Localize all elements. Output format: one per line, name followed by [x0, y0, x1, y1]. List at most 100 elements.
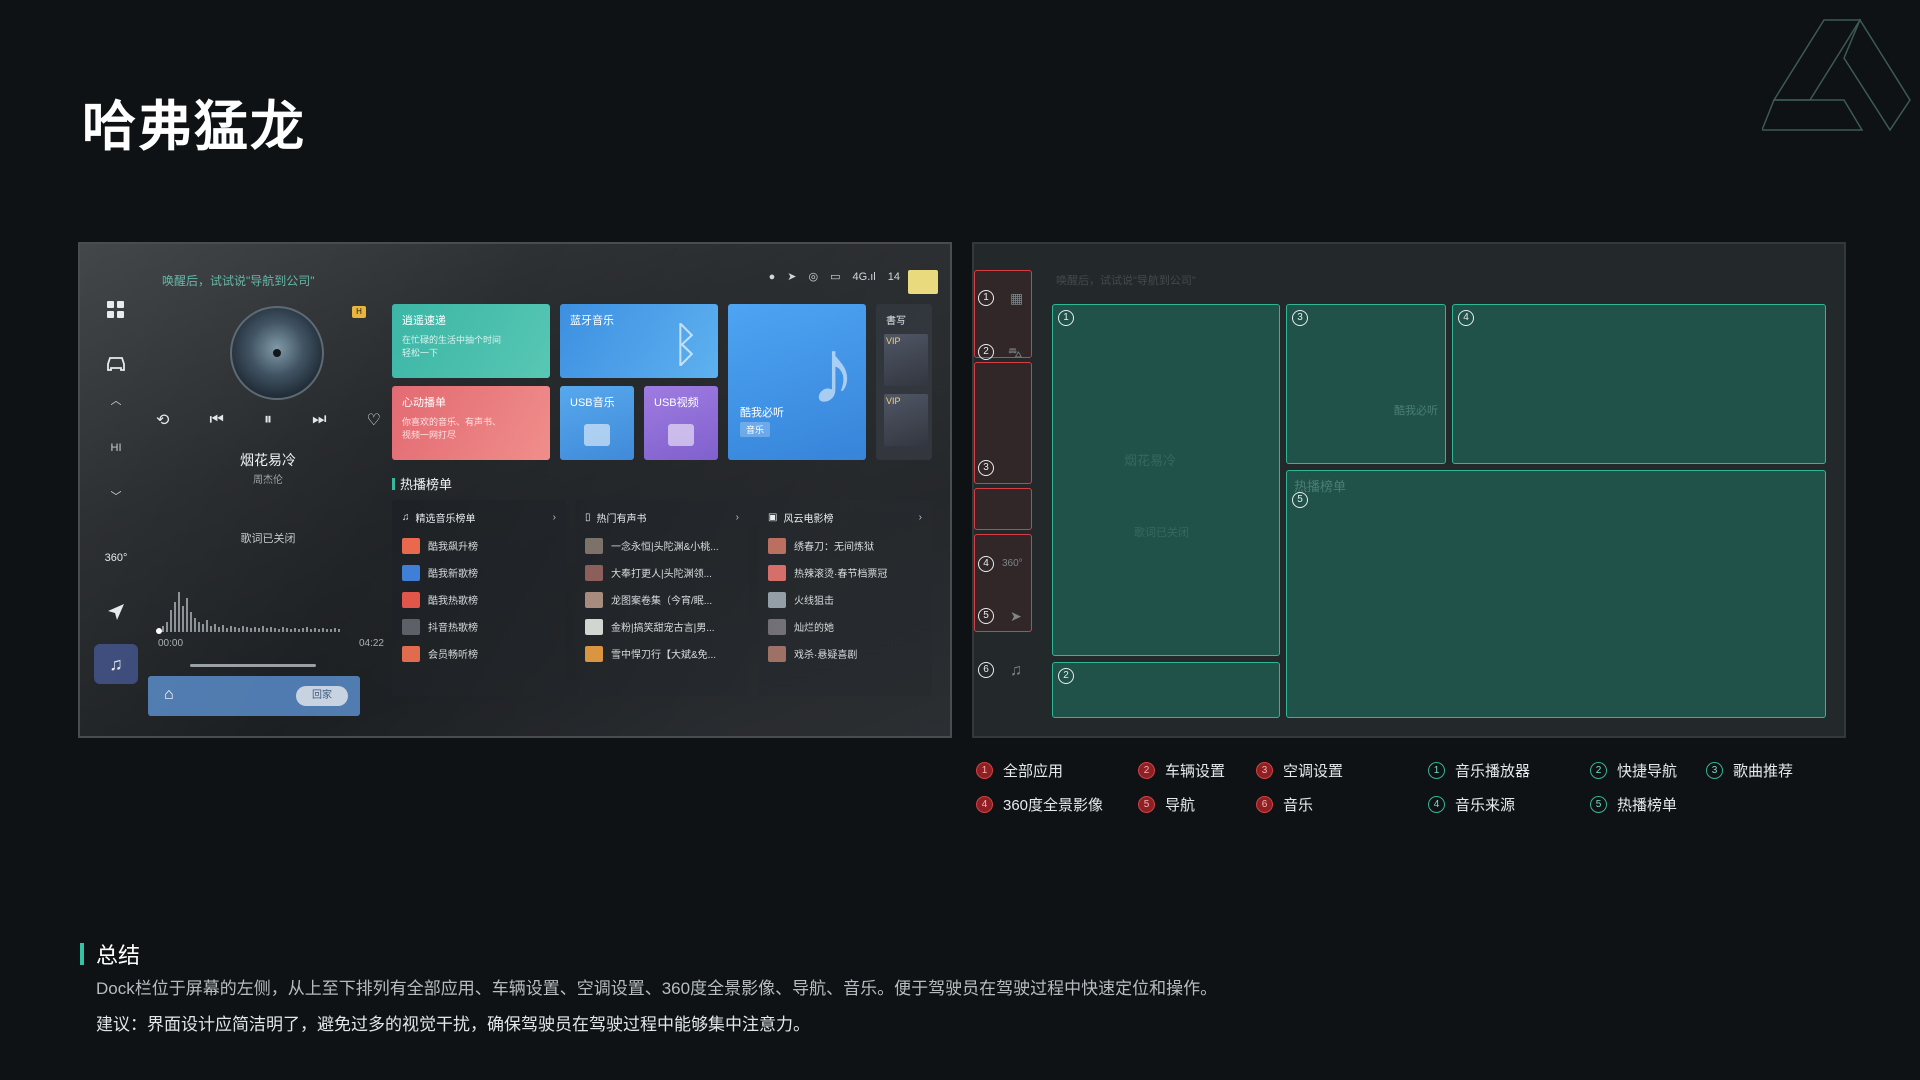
red-marker: 5 — [978, 608, 994, 624]
panoramic-360-button[interactable]: 360° — [94, 538, 138, 578]
tile-heartbeat[interactable]: 心动播单 你喜欢的音乐、有声书、视频一网打尽 — [392, 386, 550, 460]
waveform-bar — [170, 610, 172, 632]
item-thumbnail — [402, 591, 420, 608]
hot-list-item[interactable]: 戏杀·悬疑喜剧 — [768, 640, 922, 667]
hot-list-item[interactable]: 酷我热歌榜 — [402, 586, 556, 613]
hot-list-item[interactable]: 热辣滚烫·春节档票冠 — [768, 559, 922, 586]
navigation-button[interactable] — [94, 592, 138, 632]
navigation-arrow-icon: ➤ — [1010, 608, 1022, 624]
car-screen: 唤醒后，试试说"导航到公司" ● ➤ ◎ ▭ 4G.ıl 14 ︿ HI ﹀ 3… — [78, 242, 952, 738]
hot-list-item[interactable]: 雪中悍刀行【大斌&免... — [585, 640, 739, 667]
waveform — [158, 590, 358, 632]
legend-label: 音乐播放器 — [1455, 763, 1531, 780]
legend-item: 5 导航 — [1138, 794, 1195, 815]
hot-list-item[interactable]: 会员畅听榜 — [402, 640, 556, 667]
tile-audiobook[interactable]: 書写 VIP VIP — [876, 304, 932, 460]
hot-column-header[interactable]: ▯ 热门有声书 › — [585, 508, 739, 526]
chevron-up-icon[interactable]: ︿ — [111, 392, 122, 408]
red-marker: 3 — [978, 460, 994, 476]
hot-list-item[interactable]: 绣春刀：无间炼狱 — [768, 532, 922, 559]
repeat-icon[interactable]: ⟲ — [156, 410, 169, 430]
legend-item: 1 全部应用 — [976, 760, 1063, 781]
green-marker: 2 — [1058, 668, 1074, 684]
go-home-button[interactable]: 回家 — [296, 686, 348, 706]
legend-marker: 6 — [1256, 796, 1273, 813]
hot-list-item-label: 雪中悍刀行【大斌&免... — [611, 650, 717, 661]
hot-list-item[interactable]: 酷我飙升榜 — [402, 532, 556, 559]
tile-title: 心动播单 — [402, 397, 446, 409]
tile-usb-video[interactable]: USB视频 — [644, 386, 718, 460]
tile-bluetooth-music[interactable]: 蓝牙音乐 ᛒ — [560, 304, 718, 378]
green-marker: 5 — [1292, 492, 1308, 508]
chevron-right-icon: › — [918, 511, 922, 523]
chevron-down-icon[interactable]: ﹀ — [111, 488, 122, 504]
legend-label: 快捷导航 — [1617, 763, 1678, 780]
hot-list-item[interactable]: 一念永恒|头陀渊&小桃... — [585, 532, 739, 559]
chevron-right-icon: › — [552, 511, 556, 523]
waveform-bar — [290, 629, 292, 632]
tile-kuwo[interactable]: ♪ 酷我必听 音乐 — [728, 304, 866, 460]
legend-marker: 3 — [1256, 762, 1273, 779]
green-marker: 1 — [1058, 310, 1074, 326]
logo-triangle-icon — [1762, 18, 1911, 132]
hot-list-item[interactable]: 火线狙击 — [768, 586, 922, 613]
quick-nav-bar[interactable]: ⌂ 回家 — [148, 676, 360, 716]
album-cover[interactable] — [230, 306, 324, 400]
legend-item: 2 快捷导航 — [1590, 760, 1677, 781]
voice-hint: 唤醒后，试试说"导航到公司" — [162, 274, 315, 288]
item-thumbnail — [768, 564, 786, 581]
recommend-tiles: 逍遥速递 在忙碌的生活中抽个时间轻松一下 心动播单 你喜欢的音乐、有声书、视频一… — [392, 304, 932, 464]
red-marker: 2 — [978, 344, 994, 360]
waveform-bar — [166, 622, 168, 632]
hot-list-item[interactable]: 灿烂的她 — [768, 613, 922, 640]
waveform-bar — [306, 627, 308, 632]
favorite-icon[interactable]: ♡ — [367, 410, 381, 430]
vip-cover[interactable]: VIP — [884, 334, 928, 386]
waveform-bar — [254, 627, 256, 632]
legend-label: 歌曲推荐 — [1733, 763, 1794, 780]
lyrics-status[interactable]: 歌词已关闭 — [148, 530, 388, 546]
tile-xiaoyao[interactable]: 逍遥速递 在忙碌的生活中抽个时间轻松一下 — [392, 304, 550, 378]
legend-marker: 1 — [1428, 762, 1445, 779]
previous-icon[interactable]: ⏮ — [210, 411, 224, 429]
mic-icon: ● — [768, 270, 776, 283]
waveform-bar — [226, 628, 228, 632]
ann-quick-nav — [1052, 662, 1280, 718]
waveform-bar — [202, 624, 204, 632]
hot-list-title: 热播榜单 — [392, 474, 452, 493]
vehicle-settings-button[interactable] — [94, 344, 138, 384]
nav-icon: ➤ — [787, 271, 797, 283]
cam-icon: ◎ — [808, 271, 819, 283]
vip-cover[interactable]: VIP — [884, 394, 928, 446]
legend-label: 全部应用 — [1003, 763, 1064, 780]
progress-handle[interactable] — [156, 628, 162, 634]
all-apps-button[interactable] — [94, 290, 138, 330]
hot-list-item-label: 酷我新歌榜 — [428, 569, 478, 580]
tile-tag: 音乐 — [740, 422, 771, 437]
hot-list-item[interactable]: 金粉|搞笑甜宠古言|男... — [585, 613, 739, 640]
hot-column-header[interactable]: ♫ 精选音乐榜单 › — [402, 508, 556, 526]
music-button[interactable]: ♫ — [94, 644, 138, 684]
pause-icon[interactable]: ⏸ — [264, 411, 272, 429]
hot-list-item[interactable]: 龙图案卷集（今宵/眠... — [585, 586, 739, 613]
next-icon[interactable]: ⏭ — [312, 411, 326, 429]
legend-marker: 2 — [1138, 762, 1155, 779]
legend-label: 导航 — [1165, 797, 1196, 814]
legend-label: 车辆设置 — [1165, 763, 1226, 780]
item-thumbnail — [768, 591, 786, 608]
climate-settings[interactable]: ︿ HI ﹀ — [94, 388, 138, 508]
waveform-bar — [178, 592, 180, 632]
item-thumbnail — [768, 618, 786, 635]
hot-list-item[interactable]: 大奉打更人|头陀渊领... — [585, 559, 739, 586]
bluetooth-icon: ᛒ — [671, 319, 700, 372]
time-total: 04:22 — [358, 638, 384, 649]
hot-list-item[interactable]: 抖音热歌榜 — [402, 613, 556, 640]
red-marker: 1 — [978, 290, 994, 306]
ghost-voice-hint: 唤醒后，试试说"导航到公司" — [1056, 275, 1196, 287]
tile-subtitle: 在忙碌的生活中抽个时间轻松一下 — [402, 335, 502, 358]
home-icon[interactable]: ⌂ — [164, 686, 174, 704]
hot-list-item[interactable]: 酷我新歌榜 — [402, 559, 556, 586]
hot-list: ♫ 精选音乐榜单 › 酷我飙升榜酷我新歌榜酷我热歌榜 抖音热歌榜 会员畅听榜 ▯ 热门有声书 ›… — [392, 500, 932, 700]
tile-usb-music[interactable]: USB音乐 — [560, 386, 634, 460]
hot-column-header[interactable]: ▣ 风云电影榜 › — [768, 508, 922, 526]
